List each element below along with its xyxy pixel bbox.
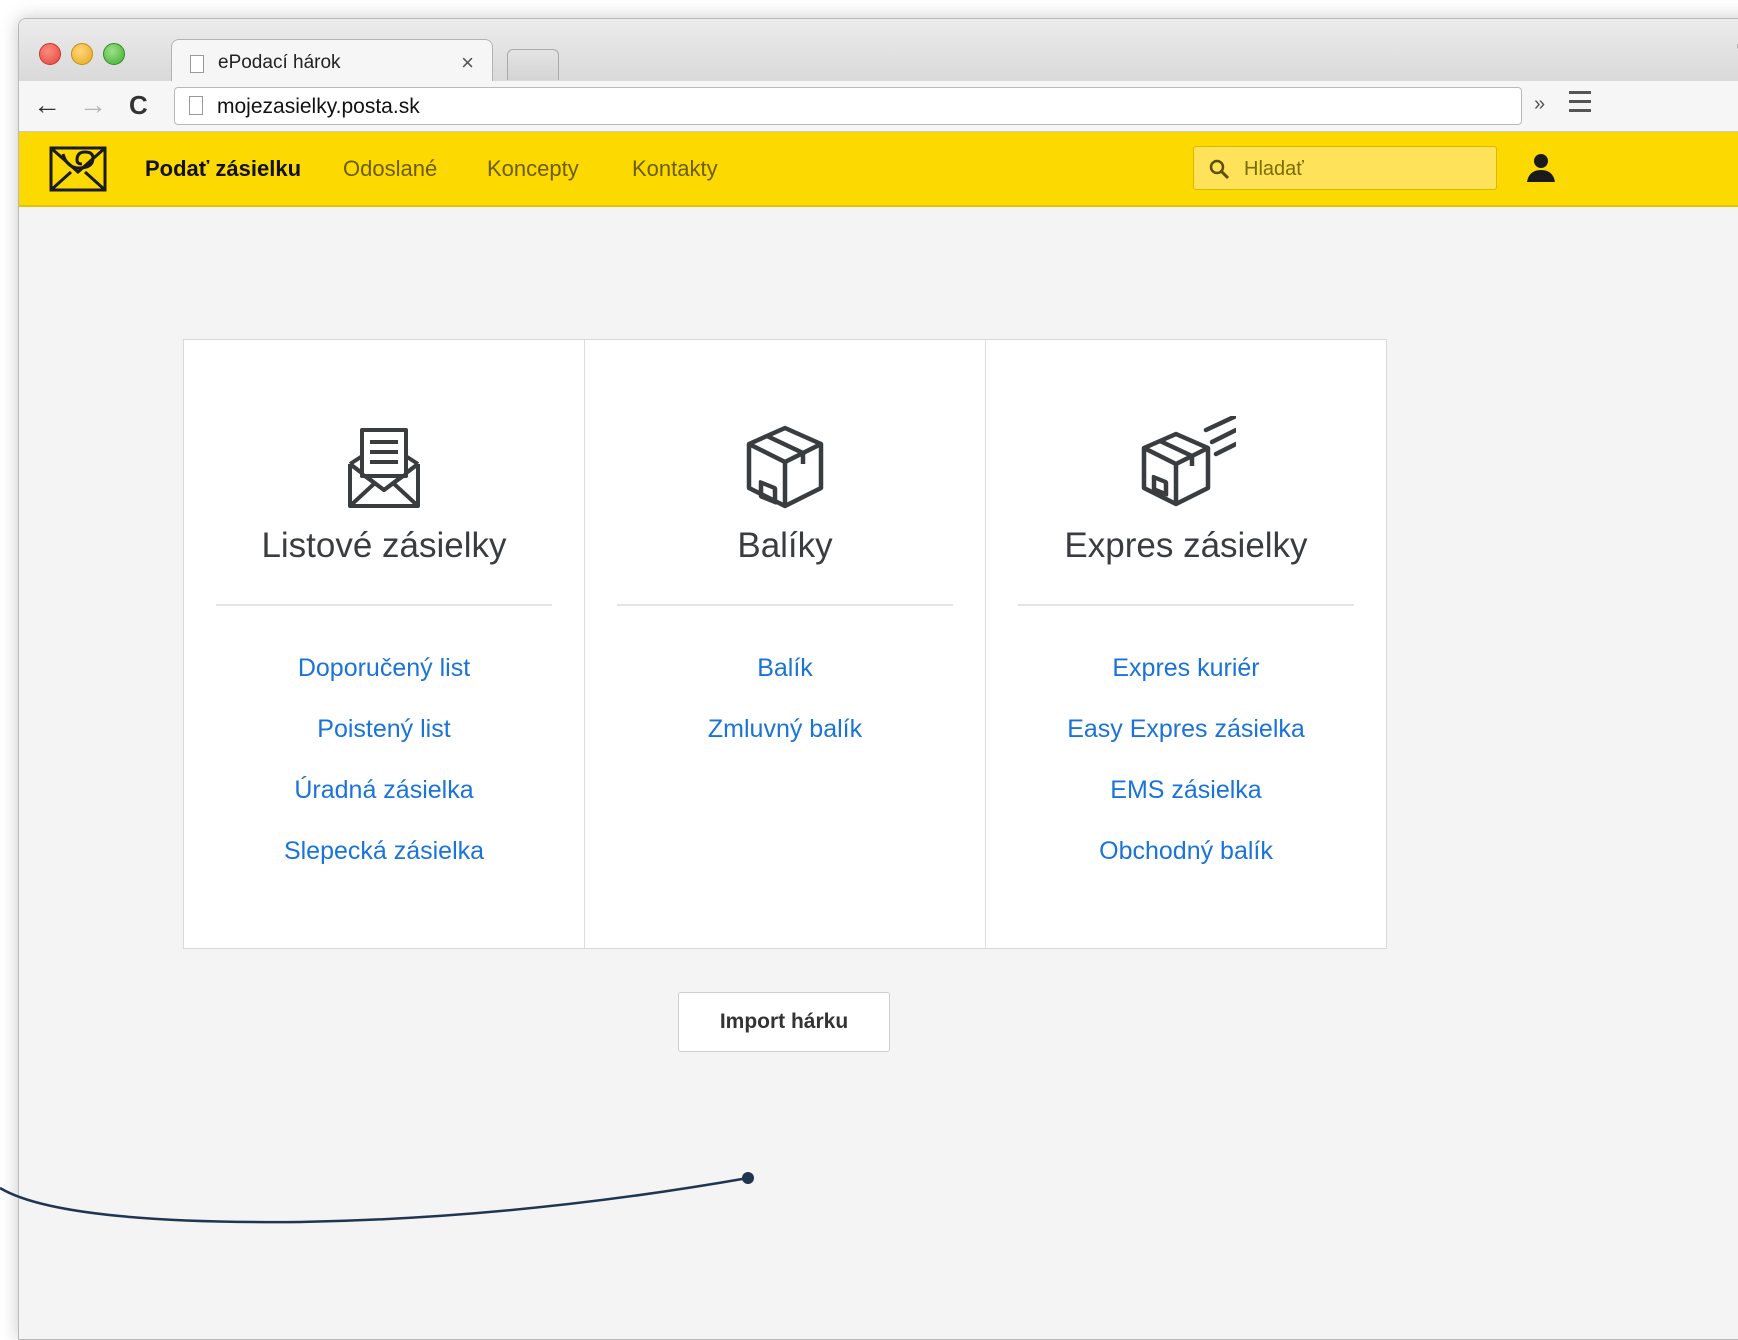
reload-button[interactable]: C [129, 89, 148, 121]
link-slepecka-zasielka[interactable]: Slepecká zásielka [184, 831, 584, 892]
browser-tab[interactable]: ePodací hárok × [171, 39, 493, 82]
card-title: Listové zásielky [261, 526, 507, 565]
card-expres-zasielky: Expres zásielky Expres kuriér Easy Expre… [986, 340, 1386, 948]
shipment-type-panel: Listové zásielky Doporučený list Poisten… [183, 339, 1387, 949]
card-links: Expres kuriér Easy Expres zásielka EMS z… [986, 648, 1386, 892]
new-tab-button[interactable] [507, 49, 559, 80]
nav-kontakty[interactable]: Kontakty [632, 156, 718, 182]
browser-toolbar: ← → C mojezasielky.posta.sk » [19, 81, 1738, 132]
link-expres-kurier[interactable]: Expres kuriér [986, 648, 1386, 709]
tab-close-icon[interactable]: × [461, 50, 474, 76]
forward-button[interactable]: → [79, 89, 107, 121]
link-uradna-zasielka[interactable]: Úradná zásielka [184, 770, 584, 831]
search-input[interactable] [1242, 153, 1486, 185]
app-header: Podať zásielku Odoslané Koncepty Kontakt… [19, 132, 1738, 207]
back-button[interactable]: ← [33, 89, 61, 121]
card-links: Doporučený list Poistený list Úradná zás… [184, 648, 584, 892]
import-sheet-button[interactable]: Import hárku [678, 992, 890, 1052]
nav-koncepty[interactable]: Koncepty [487, 156, 579, 182]
menu-icon[interactable] [1569, 91, 1591, 118]
card-title: Balíky [737, 526, 833, 565]
card-links: Balík Zmluvný balík [585, 648, 985, 770]
page-icon [189, 96, 203, 115]
close-window-button[interactable] [39, 43, 61, 65]
card-baliky: Balíky Balík Zmluvný balík [585, 340, 986, 948]
address-bar[interactable]: mojezasielky.posta.sk [174, 87, 1522, 125]
link-doporuceny-list[interactable]: Doporučený list [184, 648, 584, 709]
bookmarks-overflow-button[interactable]: » [1534, 93, 1545, 116]
card-title: Expres zásielky [1064, 526, 1308, 565]
tab-strip: ePodací hárok × ⤢ [19, 19, 1738, 82]
zoom-window-button[interactable] [103, 43, 125, 65]
search-box [1193, 146, 1497, 190]
card-listove-zasielky: Listové zásielky Doporučený list Poisten… [184, 340, 585, 948]
link-easy-expres-zasielka[interactable]: Easy Expres zásielka [986, 709, 1386, 770]
user-icon[interactable] [1525, 152, 1557, 184]
nav-podat-zasielku[interactable]: Podať zásielku [145, 156, 301, 182]
posta-logo-icon[interactable] [49, 146, 107, 192]
url-text[interactable]: mojezasielky.posta.sk [217, 95, 420, 119]
link-obchodny-balik[interactable]: Obchodný balík [986, 831, 1386, 892]
nav-odoslane[interactable]: Odoslané [343, 156, 437, 182]
tab-title: ePodací hárok [218, 52, 341, 73]
link-ems-zasielka[interactable]: EMS zásielka [986, 770, 1386, 831]
link-balik[interactable]: Balík [585, 648, 985, 709]
envelope-icon [348, 428, 420, 508]
link-poisteny-list[interactable]: Poistený list [184, 709, 584, 770]
divider [1018, 604, 1354, 606]
package-icon [746, 425, 824, 509]
search-icon [1209, 159, 1230, 180]
link-zmluvny-balik[interactable]: Zmluvný balík [585, 709, 985, 770]
express-package-icon [1141, 416, 1236, 507]
divider [216, 604, 552, 606]
window-controls [39, 43, 125, 65]
minimize-window-button[interactable] [71, 43, 93, 65]
page-icon [190, 55, 204, 73]
divider [617, 604, 953, 606]
